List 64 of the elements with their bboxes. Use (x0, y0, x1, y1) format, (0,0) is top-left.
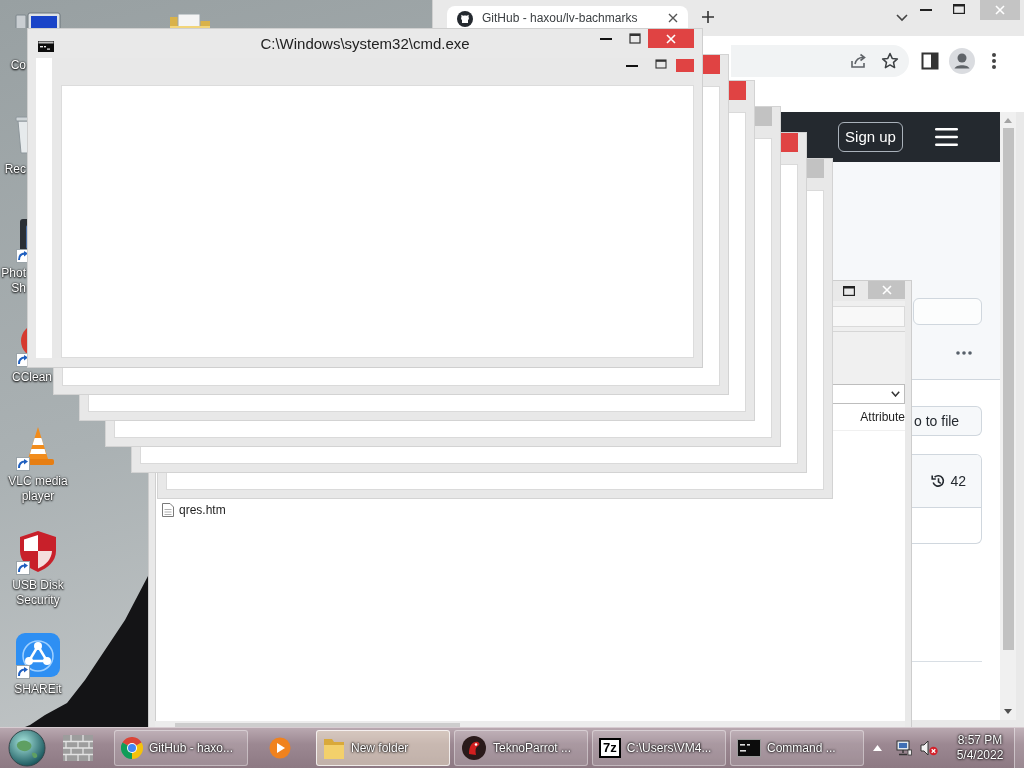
close-button[interactable] (648, 29, 694, 48)
chevron-down-icon (891, 391, 900, 397)
menu-icon[interactable] (935, 128, 958, 146)
chevron-down-icon[interactable] (896, 14, 908, 22)
star-icon[interactable] (881, 52, 899, 70)
clock-time[interactable]: 8:57 PM (957, 733, 1003, 748)
search-field[interactable] (913, 298, 982, 325)
address-field[interactable] (833, 305, 905, 327)
caret-up-icon[interactable] (873, 745, 882, 751)
go-to-file-button[interactable]: o to file (912, 406, 982, 436)
taskbar-button[interactable]: TeknoParrot ... (454, 730, 588, 766)
maximize-icon[interactable] (843, 286, 855, 296)
round-logo-icon (457, 11, 473, 27)
more-icon[interactable] (956, 351, 972, 355)
kebab-menu-icon[interactable] (992, 53, 996, 69)
profile-icon[interactable] (949, 48, 975, 74)
icon-label[interactable]: Co (0, 58, 26, 73)
brick-wall-icon (63, 735, 93, 761)
file-name[interactable]: qres.htm (179, 500, 226, 519)
maximize-icon[interactable] (953, 4, 965, 14)
folder-icon (323, 736, 345, 760)
commit-count[interactable]: 42 (950, 470, 966, 492)
share-nodes-icon[interactable] (14, 631, 62, 679)
plus-icon[interactable] (702, 11, 714, 23)
icon-label[interactable]: Rec (0, 162, 26, 177)
show-desktop-button[interactable] (1014, 727, 1024, 768)
play-icon (269, 737, 291, 759)
clock-date[interactable]: 5/4/2022 (956, 748, 1004, 763)
view-dropdown[interactable] (833, 384, 905, 404)
network-icon[interactable] (896, 740, 912, 756)
share-icon[interactable] (849, 52, 867, 70)
taskbar-button[interactable]: New folder (316, 730, 450, 766)
console-icon (38, 40, 54, 52)
icon-label[interactable]: VLC media player (0, 474, 76, 504)
column-header[interactable]: Attribute (860, 408, 905, 426)
scroll-down-icon[interactable] (1004, 709, 1012, 714)
window-title: C:\Windows\system32\cmd.exe (260, 35, 470, 53)
close-icon (995, 5, 1005, 15)
icon-label[interactable]: CClean (0, 370, 52, 385)
scrollbar-thumb[interactable] (1002, 128, 1014, 650)
taskbar-button[interactable]: Command ... (730, 730, 864, 766)
start-button[interactable] (8, 729, 46, 767)
scroll-up-icon[interactable] (1004, 118, 1012, 123)
taskbar-button[interactable]: GitHub - haxo... (114, 730, 248, 766)
close-icon[interactable] (668, 13, 678, 23)
globe-icon (8, 729, 46, 767)
taskbar-button[interactable]: 7z C:\Users\VM4... (592, 730, 726, 766)
icon-label[interactable]: USB Disk Security (0, 578, 76, 608)
file-icon (162, 502, 174, 517)
bird-icon (461, 735, 487, 761)
browser-tab[interactable]: GitHub - haxou/lv-bachmarks (447, 6, 688, 28)
scrollbar-thumb[interactable] (175, 723, 460, 727)
maximize-icon[interactable] (655, 58, 667, 71)
sign-up-button[interactable]: Sign up (838, 122, 903, 152)
console-icon (737, 739, 761, 757)
icon-label[interactable]: Phot Sh (0, 266, 26, 296)
chrome-icon (121, 737, 143, 759)
close-icon (881, 285, 892, 295)
icon-label[interactable]: SHAREit (0, 682, 76, 697)
speaker-icon[interactable] (920, 740, 938, 756)
history-icon[interactable] (930, 473, 947, 489)
sidebar-icon[interactable] (921, 52, 939, 70)
close-icon (666, 33, 676, 44)
app-logo: 7z (599, 738, 621, 758)
